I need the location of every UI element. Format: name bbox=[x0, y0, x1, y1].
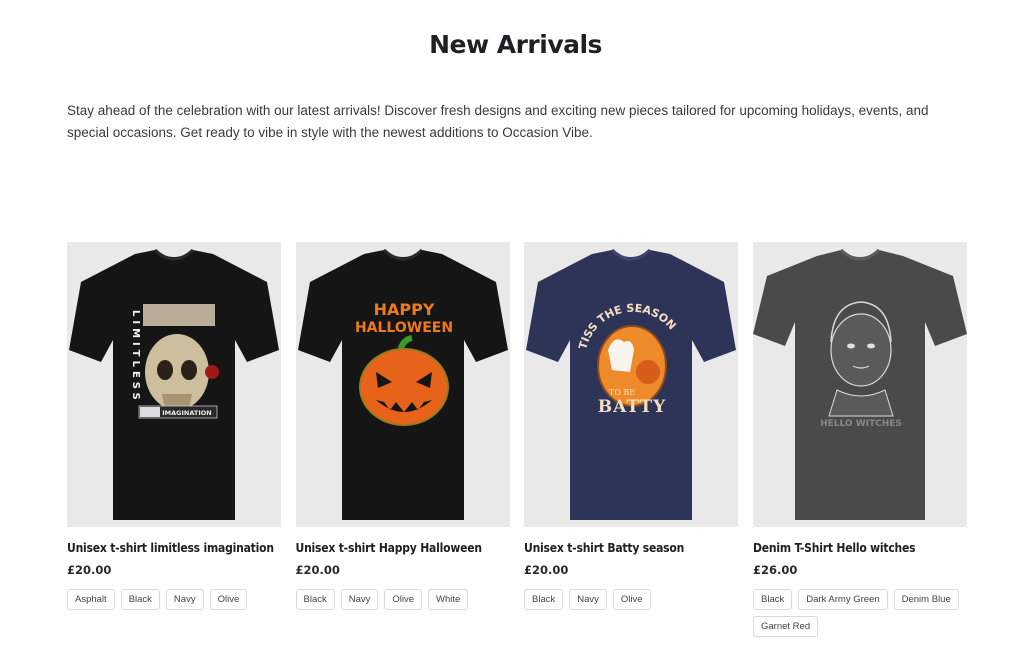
product-card[interactable]: IMAGINATION LIMITLESS Unisex t-shirt lim… bbox=[67, 242, 281, 610]
color-option[interactable]: Denim Blue bbox=[893, 589, 959, 610]
tshirt-batty-image: TISS THE SEASON TO BE BATTY bbox=[526, 248, 736, 520]
product-price: £20.00 bbox=[524, 563, 569, 577]
product-card[interactable]: HELLO WITCHES Denim T-Shirt Hello witche… bbox=[753, 242, 967, 637]
color-option[interactable]: Olive bbox=[612, 589, 651, 610]
color-option[interactable]: Olive bbox=[384, 589, 423, 610]
color-options: Asphalt Black Navy Olive bbox=[67, 589, 281, 610]
product-card[interactable]: TISS THE SEASON TO BE BATTY Unisex t-shi… bbox=[524, 242, 738, 610]
color-options: Black Navy Olive White bbox=[295, 589, 510, 610]
color-option[interactable]: Olive bbox=[209, 589, 248, 610]
product-price: £26.00 bbox=[753, 563, 798, 577]
color-option[interactable]: White bbox=[428, 589, 469, 610]
color-option[interactable]: Black bbox=[295, 589, 335, 610]
product-grid: IMAGINATION LIMITLESS Unisex t-shirt lim… bbox=[67, 242, 967, 642]
color-options: Black Dark Army Green Denim Blue Garnet … bbox=[753, 589, 967, 637]
product-price: £20.00 bbox=[67, 563, 112, 577]
product-name[interactable]: Unisex t-shirt Happy Halloween bbox=[296, 541, 510, 555]
color-option[interactable]: Garnet Red bbox=[753, 616, 819, 637]
color-option[interactable]: Asphalt bbox=[67, 589, 115, 610]
print-text-halloween: HALLOWEEN bbox=[354, 320, 452, 336]
product-price: £20.00 bbox=[295, 563, 340, 577]
product-name[interactable]: Unisex t-shirt Batty season bbox=[524, 541, 738, 555]
tshirt-limitless-image: IMAGINATION LIMITLESS bbox=[69, 248, 279, 520]
section-description: Stay ahead of the celebration with our l… bbox=[67, 103, 929, 140]
print-text-imagination: IMAGINATION bbox=[162, 409, 211, 417]
product-card[interactable]: HAPPY HALLOWEEN Unisex t-shirt Happy Hal… bbox=[295, 242, 510, 610]
section-title: New Arrivals bbox=[429, 30, 602, 59]
print-text-limitless: LIMITLESS bbox=[130, 310, 141, 404]
print-text-tobe: TO BE bbox=[609, 388, 635, 397]
color-option[interactable]: Black bbox=[120, 589, 160, 610]
product-image[interactable]: IMAGINATION LIMITLESS bbox=[67, 242, 281, 527]
product-image[interactable]: TISS THE SEASON TO BE BATTY bbox=[524, 242, 738, 527]
product-name[interactable]: Unisex t-shirt limitless imagination bbox=[67, 541, 281, 555]
product-image[interactable]: HELLO WITCHES bbox=[753, 242, 967, 527]
print-text-batty: BATTY bbox=[598, 397, 666, 417]
tshirt-halloween-image: HAPPY HALLOWEEN bbox=[297, 248, 508, 520]
color-options: Black Navy Olive bbox=[524, 589, 738, 610]
color-option[interactable]: Navy bbox=[569, 589, 607, 610]
print-text-happy: HAPPY bbox=[373, 300, 434, 319]
color-option[interactable]: Navy bbox=[340, 589, 379, 610]
product-image[interactable]: HAPPY HALLOWEEN bbox=[295, 242, 510, 527]
color-option[interactable]: Navy bbox=[165, 589, 204, 610]
color-option[interactable]: Black bbox=[753, 589, 793, 610]
color-option[interactable]: Black bbox=[524, 589, 564, 610]
color-option[interactable]: Dark Army Green bbox=[798, 589, 888, 610]
print-text-hello-witches: HELLO WITCHES bbox=[820, 419, 902, 429]
tshirt-witches-image: HELLO WITCHES bbox=[753, 248, 967, 520]
product-name[interactable]: Denim T-Shirt Hello witches bbox=[753, 541, 967, 555]
